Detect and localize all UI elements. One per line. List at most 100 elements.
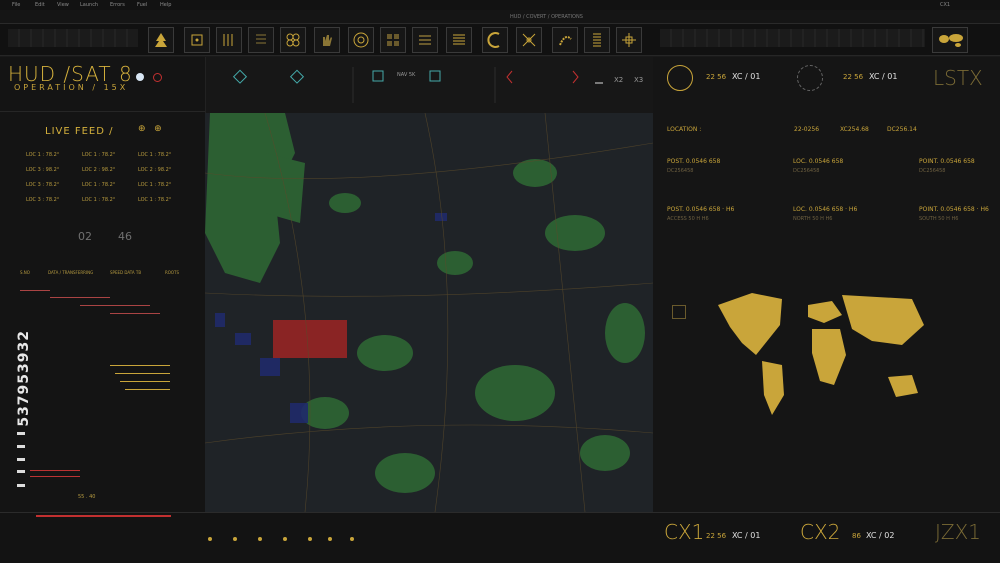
tool-strip: HUD / COVERT / OPERATIONS xyxy=(0,10,1000,24)
dial1-number: 22 56 xyxy=(706,73,727,81)
continent-africa xyxy=(812,329,846,385)
satellite-map[interactable] xyxy=(205,113,653,512)
stack-icon[interactable] xyxy=(412,27,438,53)
dial-icon[interactable] xyxy=(667,65,693,91)
location-value-3: DC256.14 xyxy=(887,126,917,133)
zoom-x2[interactable]: X2 xyxy=(614,76,623,84)
menu-edit[interactable]: Edit xyxy=(35,2,45,8)
ladder-icon[interactable] xyxy=(248,27,274,53)
zoom-x3[interactable]: X3 xyxy=(634,76,643,84)
book-icon[interactable] xyxy=(446,27,472,53)
watermark-logo xyxy=(17,484,25,487)
water-area xyxy=(290,403,308,423)
water-area xyxy=(235,333,251,345)
arrow-right-icon xyxy=(572,70,579,84)
square-target-icon[interactable] xyxy=(184,27,210,53)
menu-file[interactable]: File xyxy=(12,2,20,8)
park-area xyxy=(580,435,630,471)
stat-label: POST. 0.0546 658 · H6 xyxy=(667,206,735,213)
jzx1-label: JZX1 xyxy=(935,520,982,544)
col-roots: ROOTS xyxy=(165,270,180,275)
loc-reading: LOC 1 : 78.2° xyxy=(138,182,172,188)
stat-sub: ACCESS 50 H H6 xyxy=(667,216,709,222)
menu-bar: File Edit View Launch Errors Fuel Help C… xyxy=(0,0,1000,10)
table-row xyxy=(115,373,170,374)
park-area xyxy=(329,193,361,213)
loc-reading: LOC 1 : 78.2° xyxy=(82,152,116,158)
list-icon[interactable] xyxy=(584,27,610,53)
data-table-body xyxy=(20,285,200,395)
world-map-icon[interactable] xyxy=(932,27,968,53)
continent-europe xyxy=(808,301,842,323)
stat-sub: DC256458 xyxy=(667,168,694,174)
stat-label: LOC. 0.0546 658 · H6 xyxy=(793,206,858,213)
live-feed-icons: ⊕ ⊕ xyxy=(138,124,162,134)
curve-icon[interactable] xyxy=(552,27,578,53)
tree-icon[interactable] xyxy=(148,27,174,53)
watermark-logo xyxy=(17,432,25,435)
location-label: LOCATION : xyxy=(667,126,702,133)
world-map[interactable] xyxy=(712,285,932,420)
status-dot-light xyxy=(136,73,144,81)
loc-reading: LOC 2 : 98.2° xyxy=(138,167,172,173)
map-canvas xyxy=(205,113,653,512)
menu-view[interactable]: View xyxy=(57,2,69,8)
watermark-logo xyxy=(17,458,25,461)
park-area xyxy=(513,159,557,187)
cross-arrows-icon[interactable] xyxy=(516,27,542,53)
dial2-number: 22 56 xyxy=(843,73,864,81)
stat-sub: NORTH 50 H H6 xyxy=(793,216,833,222)
square-icon xyxy=(429,70,441,82)
loc-reading: LOC 3 : 78.2° xyxy=(26,197,60,203)
cx1-code: XC / 01 xyxy=(732,531,761,540)
arc-icon[interactable] xyxy=(482,27,508,53)
cx2-label: CX2 xyxy=(800,520,841,544)
gauge-value-2: 46 xyxy=(118,230,132,243)
radar-icon[interactable] xyxy=(348,27,374,53)
tiny-readout-grid xyxy=(8,29,138,47)
stat-label: POINT. 0.0546 658 · H6 xyxy=(919,206,989,213)
target-icon[interactable] xyxy=(672,305,686,319)
dial-icon-secondary[interactable] xyxy=(797,65,823,91)
park-area xyxy=(475,365,555,421)
table-row xyxy=(120,381,170,382)
menu-launch[interactable]: Launch xyxy=(80,2,98,8)
menu-fuel[interactable]: Fuel xyxy=(137,2,147,8)
flower-icon[interactable] xyxy=(280,27,306,53)
stat-sub: DC256458 xyxy=(793,168,820,174)
dial1-code: XC / 01 xyxy=(732,72,761,81)
diamond-icon xyxy=(232,69,248,84)
stat-label: POST. 0.0546 658 xyxy=(667,158,721,165)
four-arrows-icon[interactable] xyxy=(616,27,642,53)
stat-label: LOC. 0.0546 658 xyxy=(793,158,844,165)
menu-help[interactable]: Help xyxy=(160,2,171,8)
park-area xyxy=(545,215,605,251)
continent-australia xyxy=(888,375,918,397)
park-area xyxy=(437,251,473,275)
table-row xyxy=(110,313,160,314)
continent-south-america xyxy=(762,361,784,415)
arrow-left-icon xyxy=(506,70,513,84)
operation-subtitle: OPERATION / 15X xyxy=(14,83,129,92)
menu-right-label: CX1 xyxy=(940,2,951,8)
stock-id-watermark: 537953932 xyxy=(16,330,32,427)
col-speed: SPEED DATA TB xyxy=(110,270,142,275)
bottom-bar xyxy=(0,512,1000,563)
target-zone[interactable] xyxy=(273,320,347,358)
tiny-readout-grid-right xyxy=(660,29,925,47)
bars-icon[interactable] xyxy=(216,27,242,53)
top-control-strip xyxy=(204,57,653,113)
left-footer-value: 55 . 40 xyxy=(78,494,96,500)
alert-line xyxy=(30,470,80,471)
menu-errors[interactable]: Errors xyxy=(110,2,125,8)
gauge-value-1: 02 xyxy=(78,230,92,243)
loc-reading: LOC 1 : 78.2° xyxy=(138,152,172,158)
table-row xyxy=(20,290,50,291)
data-table-header: S.NO DATA / TRANSFERRING SPEED DATA TB R… xyxy=(20,270,200,278)
indicator-dots xyxy=(200,529,360,541)
stat-label: POINT. 0.0546 658 xyxy=(919,158,975,165)
cx1-label: CX1 xyxy=(664,520,705,544)
cx1-number: 22 56 xyxy=(706,532,727,540)
hand-icon[interactable] xyxy=(314,27,340,53)
grid-icon[interactable] xyxy=(380,27,406,53)
